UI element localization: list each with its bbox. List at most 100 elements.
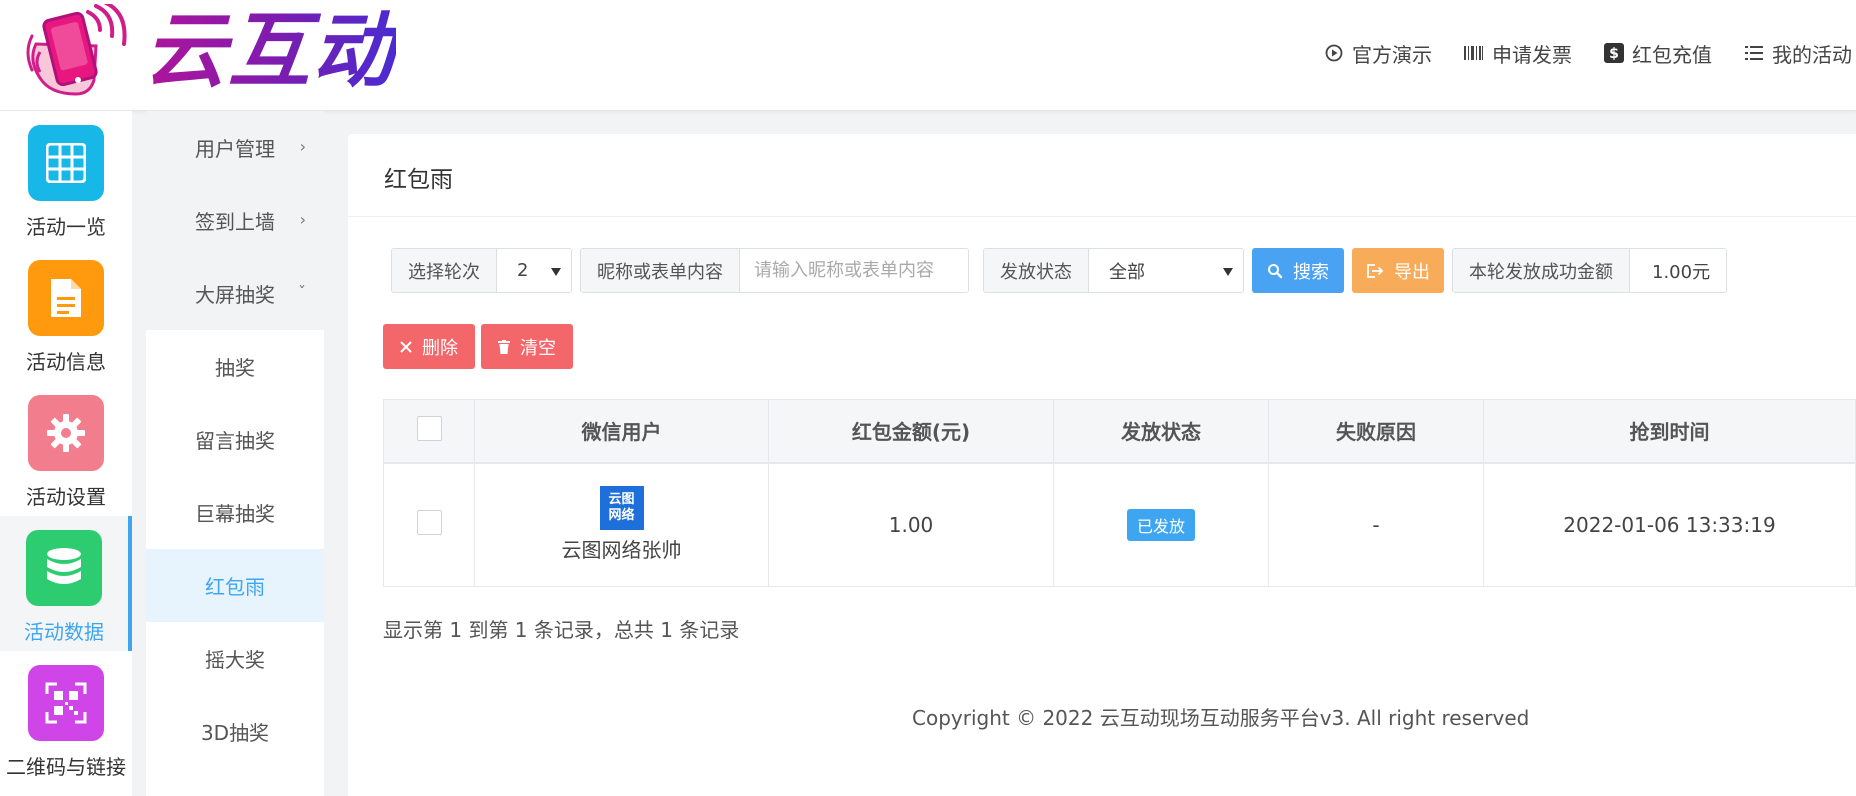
round-amount-label: 本轮发放成功金额 xyxy=(1453,249,1630,292)
sidebar-item-label: 活动数据 xyxy=(24,620,104,644)
subnav-label: 红包雨 xyxy=(205,575,265,599)
search-button[interactable]: 搜索 xyxy=(1252,248,1344,293)
export-button[interactable]: 导出 xyxy=(1352,248,1444,293)
svg-text:$: $ xyxy=(1609,46,1619,62)
subnav-giant-screen-lottery[interactable]: 巨幕抽奖 xyxy=(146,476,324,549)
subnav-red-packet-rain[interactable]: 红包雨 xyxy=(146,549,324,622)
barcode-icon xyxy=(1464,43,1484,63)
status-badge: 已发放 xyxy=(1126,508,1195,541)
gear-icon xyxy=(28,395,104,471)
top-nav-demo[interactable]: 官方演示 xyxy=(1324,39,1432,68)
red-packet-table: 微信用户 红包金额(元) 发放状态 失败原因 抢到时间 云图 网络 云图网络张帅 xyxy=(383,399,1856,587)
database-icon xyxy=(26,530,102,606)
table-row: 云图 网络 云图网络张帅 1.00 已发放 - 2022-01-06 13:33… xyxy=(383,462,1856,587)
sidebar-item-qrcode-links[interactable]: 二维码与链接 xyxy=(0,651,132,786)
avatar-text: 云图 xyxy=(608,492,635,508)
select-all-cell xyxy=(383,399,475,464)
subnav-checkin-wall[interactable]: 签到上墙 › xyxy=(146,184,324,257)
subnav-label: 用户管理 xyxy=(195,137,275,161)
primary-sidebar: 活动一览 活动信息 活动设置 活动数据 二维码与链接 xyxy=(0,111,132,796)
top-nav-recharge-label: 红包充值 xyxy=(1632,42,1712,67)
column-header[interactable]: 发放状态 xyxy=(1053,399,1269,464)
subnav-label: 巨幕抽奖 xyxy=(195,502,275,526)
top-nav-invoice-label: 申请发票 xyxy=(1492,42,1572,67)
subnav-label: 3D抽奖 xyxy=(200,721,270,745)
round-select[interactable]: 2 xyxy=(497,249,571,292)
sidebar-item-label: 活动设置 xyxy=(26,485,106,509)
delete-button[interactable]: 删除 xyxy=(383,324,475,369)
column-header[interactable]: 抢到时间 xyxy=(1483,399,1856,464)
avatar-text: 网络 xyxy=(608,508,635,524)
round-select-group: 选择轮次 2 xyxy=(391,248,572,293)
search-button-label: 搜索 xyxy=(1293,261,1329,283)
close-icon xyxy=(400,340,412,353)
avatar: 云图 网络 xyxy=(599,486,644,531)
search-icon xyxy=(1267,263,1283,279)
sidebar-item-activity-info[interactable]: 活动信息 xyxy=(0,246,132,381)
subnav-user-management[interactable]: 用户管理 › xyxy=(146,111,324,184)
status-select-label: 发放状态 xyxy=(984,249,1089,292)
title-divider xyxy=(348,216,1856,217)
clear-button[interactable]: 清空 xyxy=(481,324,573,369)
filter-bar: 选择轮次 2 昵称或表单内容 发放状态 全部 搜索 导出 本轮发放成功金额 1.… xyxy=(391,248,1735,293)
user-name: 云图网络张帅 xyxy=(561,538,682,563)
sidebar-item-activity-overview[interactable]: 活动一览 xyxy=(0,111,132,246)
row-checkbox[interactable] xyxy=(416,509,442,535)
content-panel: 红包雨 选择轮次 2 昵称或表单内容 发放状态 全部 搜索 导出 本轮发放 xyxy=(348,134,1856,796)
top-nav-invoice[interactable]: 申请发票 xyxy=(1464,39,1572,68)
brand-name: 云互动 xyxy=(144,4,396,99)
subnav-lottery[interactable]: 抽奖 xyxy=(146,330,324,403)
subnav-label: 签到上墙 xyxy=(195,210,275,234)
page-title: 红包雨 xyxy=(384,167,453,193)
keyword-search-group: 昵称或表单内容 xyxy=(580,248,969,293)
top-nav: 官方演示 申请发票 $ 红包充值 我的活动 xyxy=(1324,36,1856,70)
status-select[interactable]: 全部 xyxy=(1089,249,1243,292)
user-cell: 云图 网络 云图网络张帅 xyxy=(474,462,769,587)
list-icon xyxy=(1744,43,1764,63)
subnav-message-lottery[interactable]: 留言抽奖 xyxy=(146,403,324,476)
time-cell: 2022-01-06 13:33:19 xyxy=(1483,462,1856,587)
column-header[interactable]: 微信用户 xyxy=(474,399,769,464)
play-circle-icon xyxy=(1324,43,1344,63)
subnav-shake-prize[interactable]: 摇大奖 xyxy=(146,622,324,695)
copyright-footer: Copyright © 2022 云互动现场互动服务平台v3. All righ… xyxy=(912,706,1530,730)
subnav-label: 摇大奖 xyxy=(205,648,265,672)
round-select-label: 选择轮次 xyxy=(392,249,497,292)
top-nav-my-activities[interactable]: 我的活动 xyxy=(1744,39,1852,68)
chevron-down-icon: ˇ xyxy=(298,283,306,302)
chevron-right-icon: › xyxy=(299,137,306,156)
pagination-summary: 显示第 1 到第 1 条记录，总共 1 条记录 xyxy=(383,618,740,642)
select-all-checkbox[interactable] xyxy=(416,415,442,441)
sidebar-item-label: 活动一览 xyxy=(26,215,106,239)
subnav-big-screen-lottery[interactable]: 大屏抽奖 ˇ xyxy=(146,257,324,330)
dollar-icon: $ xyxy=(1604,43,1624,63)
brand-logo[interactable]: 云互动 xyxy=(26,0,396,100)
status-select-group: 发放状态 全部 xyxy=(983,248,1244,293)
export-icon xyxy=(1366,263,1384,279)
round-amount-group: 本轮发放成功金额 1.00元 xyxy=(1452,248,1728,293)
table-header-row: 微信用户 红包金额(元) 发放状态 失败原因 抢到时间 xyxy=(383,399,1856,464)
subnav-label: 大屏抽奖 xyxy=(195,283,275,307)
column-header[interactable]: 失败原因 xyxy=(1268,399,1484,464)
delete-button-label: 删除 xyxy=(422,337,458,359)
amount-cell: 1.00 xyxy=(768,462,1054,587)
sidebar-item-activity-settings[interactable]: 活动设置 xyxy=(0,381,132,516)
phone-logo-icon xyxy=(26,0,134,100)
round-amount-value: 1.00元 xyxy=(1630,249,1727,292)
trash-icon xyxy=(498,339,510,354)
clear-button-label: 清空 xyxy=(520,337,556,359)
subnav-label: 抽奖 xyxy=(215,356,255,380)
sidebar-item-activity-data[interactable]: 活动数据 xyxy=(0,516,132,651)
document-icon xyxy=(28,260,104,336)
sidebar-item-label: 二维码与链接 xyxy=(6,755,126,779)
top-nav-recharge[interactable]: $ 红包充值 xyxy=(1604,39,1712,68)
chevron-right-icon: › xyxy=(299,210,306,229)
secondary-sidebar: 用户管理 › 签到上墙 › 大屏抽奖 ˇ 抽奖 留言抽奖 巨幕抽奖 红包雨 摇大… xyxy=(146,111,324,796)
reason-cell: - xyxy=(1268,462,1484,587)
subnav-label: 留言抽奖 xyxy=(195,429,275,453)
subnav-3d-lottery[interactable]: 3D抽奖 xyxy=(146,695,324,768)
action-bar: 删除 清空 xyxy=(383,324,581,369)
keyword-input[interactable] xyxy=(740,249,968,292)
grid-icon xyxy=(28,125,104,201)
column-header[interactable]: 红包金额(元) xyxy=(768,399,1054,464)
